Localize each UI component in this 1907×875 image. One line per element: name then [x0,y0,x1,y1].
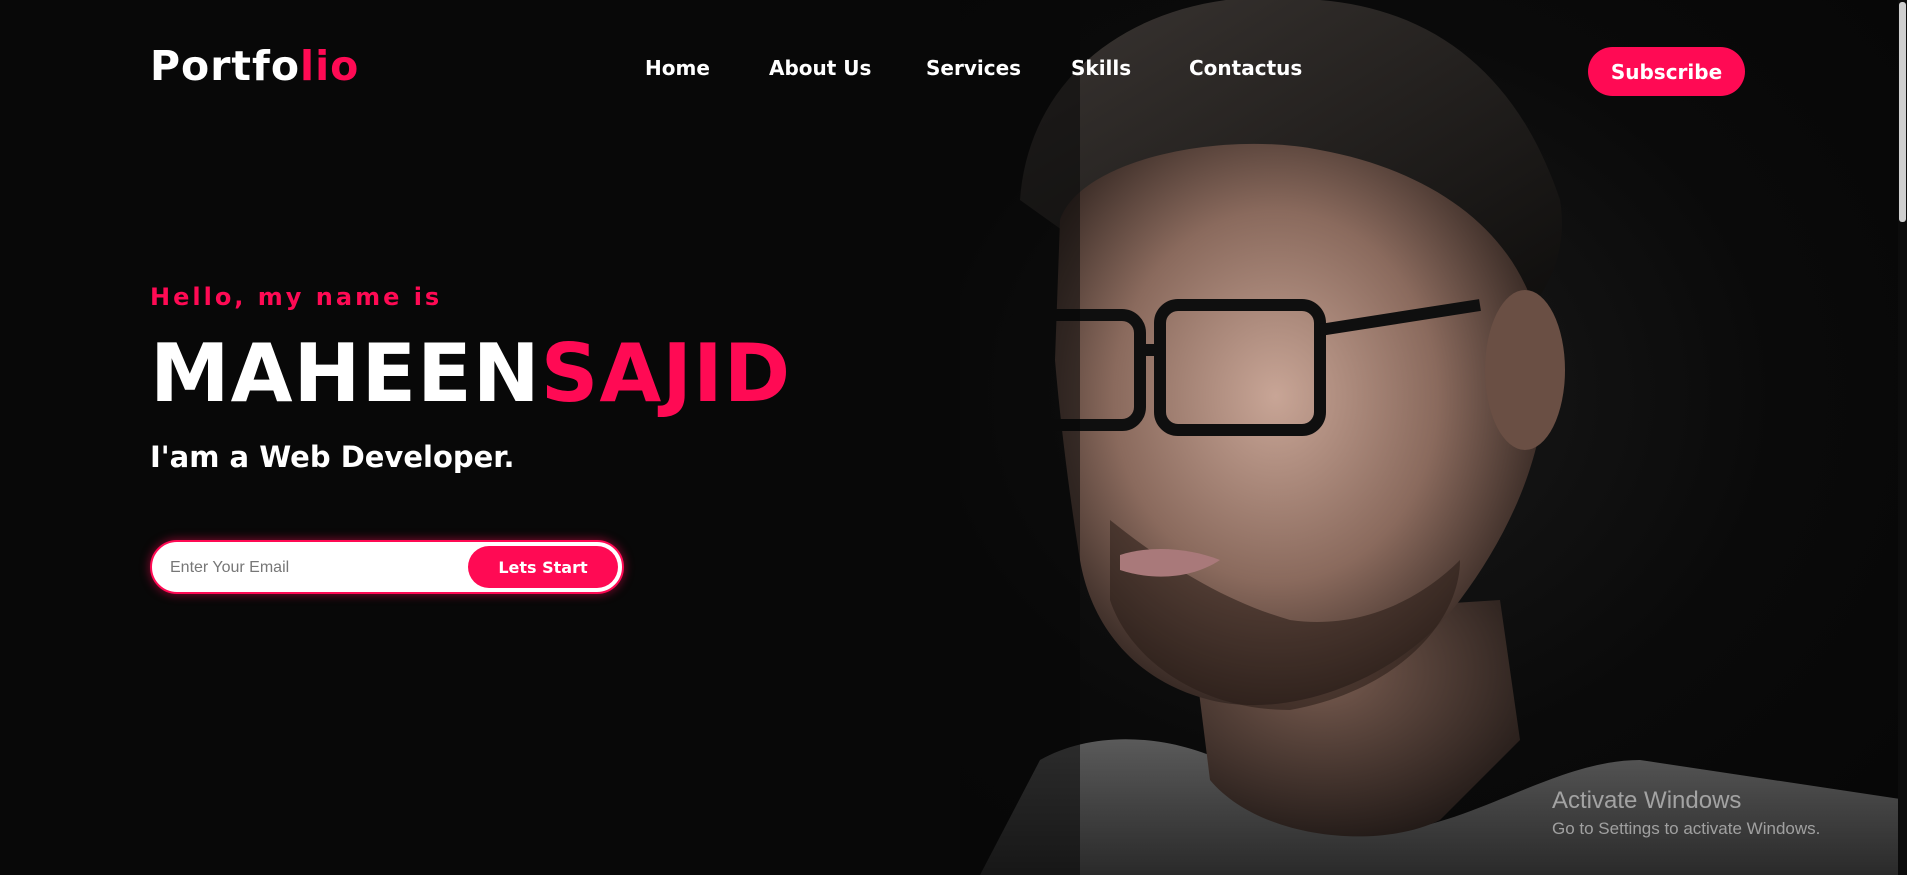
logo-text-primary: Portfo [150,42,301,90]
email-input[interactable] [170,554,440,582]
nav-link-services[interactable]: Services [926,56,1021,80]
hero-last-name: SAJID [540,327,792,420]
watermark-title: Activate Windows [1552,787,1742,814]
hero-role: I'am a Web Developer. [150,440,515,474]
lets-start-button[interactable]: Lets Start [468,546,618,588]
nav-link-skills[interactable]: Skills [1071,56,1131,80]
nav-link-about[interactable]: About Us [769,56,871,80]
nav-link-home[interactable]: Home [645,56,710,80]
logo-text-accent: lio [300,42,360,90]
hero-first-name: MAHEEN [150,327,541,420]
nav-link-contact[interactable]: Contactus [1189,56,1302,80]
scrollbar-thumb[interactable] [1899,2,1906,222]
page-scrollbar[interactable] [1898,0,1907,875]
site-logo[interactable]: Portfolio [150,42,359,90]
windows-activation-watermark: Activate Windows Go to Settings to activ… [1552,786,1820,842]
hero-name: MAHEENSAJID [150,326,791,421]
site-header: Portfolio Home About Us Services Skills … [0,0,1907,140]
hero-greeting: Hello, my name is [150,283,443,311]
email-signup-form: Lets Start [150,540,624,594]
subscribe-button[interactable]: Subscribe [1588,47,1745,96]
watermark-subtitle: Go to Settings to activate Windows. [1552,819,1821,838]
